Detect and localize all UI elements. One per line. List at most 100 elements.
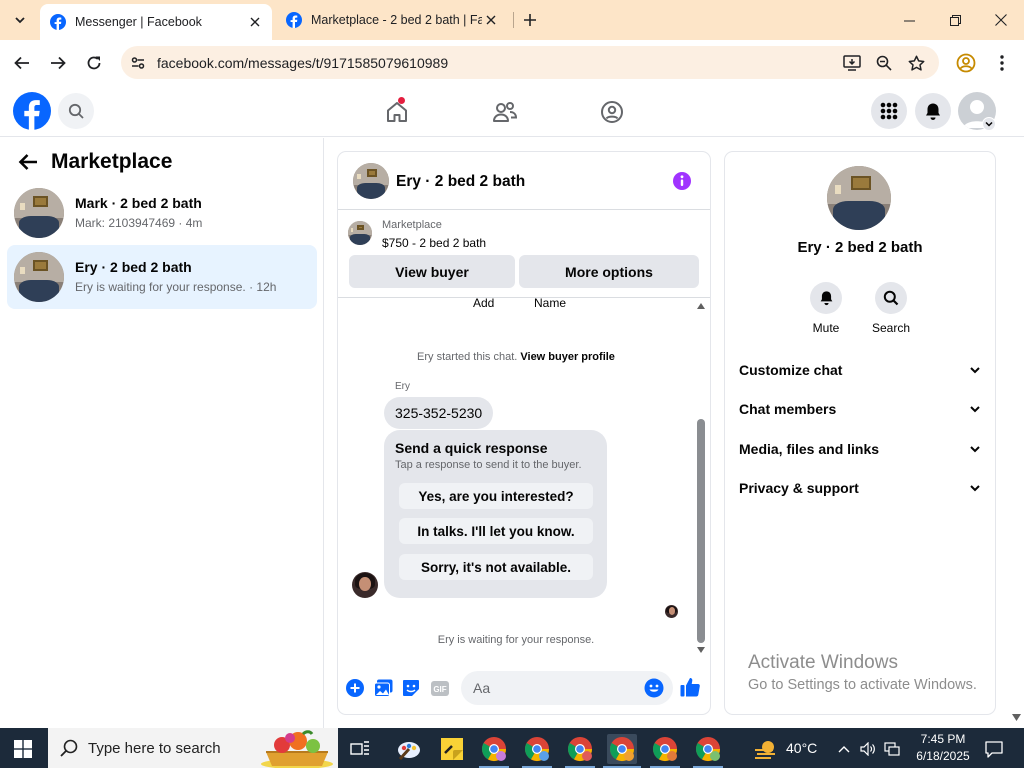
- thumbs-up-icon: [680, 678, 700, 697]
- profile-button[interactable]: [953, 50, 979, 76]
- chevron-down-icon: [970, 367, 980, 374]
- quick-response-option[interactable]: In talks. I'll let you know.: [399, 518, 593, 544]
- gif-button[interactable]: GIF: [430, 678, 450, 698]
- new-tab-button[interactable]: [520, 10, 540, 30]
- network-button[interactable]: [881, 734, 903, 764]
- site-settings-icon[interactable]: [127, 52, 149, 74]
- close-tab-icon[interactable]: [246, 13, 264, 31]
- listing-photo[interactable]: [827, 166, 891, 230]
- view-buyer-button[interactable]: View buyer: [349, 255, 515, 288]
- notifications-button[interactable]: [915, 93, 951, 129]
- quick-response-card: Send a quick response Tap a response to …: [384, 430, 607, 598]
- restore-button[interactable]: [932, 0, 978, 40]
- notification-center-button[interactable]: [979, 734, 1009, 764]
- close-window-button[interactable]: [978, 0, 1024, 40]
- sticker-button[interactable]: [401, 678, 421, 698]
- taskbar-chrome-1[interactable]: [479, 734, 509, 764]
- quick-response-option[interactable]: Yes, are you interested?: [399, 483, 593, 509]
- reload-button[interactable]: [81, 50, 107, 76]
- taskbar-app-sticky-notes[interactable]: [437, 734, 467, 764]
- temperature-text[interactable]: 40°C: [786, 740, 817, 756]
- browser-menu-button[interactable]: [989, 50, 1015, 76]
- zoom-icon[interactable]: [873, 52, 895, 74]
- taskbar-chrome-3[interactable]: [565, 734, 595, 764]
- media-files-links-section[interactable]: Media, files and links: [739, 437, 981, 461]
- chevron-down-icon: [985, 121, 993, 127]
- search-in-chat-button[interactable]: Search: [866, 282, 916, 335]
- close-tab-icon[interactable]: [482, 11, 500, 29]
- restore-icon: [949, 14, 961, 26]
- marketplace-inbox: Marketplace Mark · 2 bed 2 bath Mark: 21…: [0, 138, 324, 728]
- truncated-label: Add: [473, 296, 495, 310]
- nav-friends[interactable]: [487, 95, 523, 129]
- back-button[interactable]: [9, 50, 35, 76]
- attach-photo-button[interactable]: [373, 678, 393, 698]
- taskbar-chrome-4-active[interactable]: [607, 734, 637, 764]
- sticky-notes-icon: [441, 738, 463, 760]
- message-list: Add Name Ery started this chat. View buy…: [338, 296, 710, 659]
- view-buyer-profile-link[interactable]: View buyer profile: [520, 351, 615, 363]
- bookmark-star-icon[interactable]: [905, 52, 927, 74]
- menu-button[interactable]: [871, 93, 907, 129]
- nav-groups[interactable]: [594, 95, 630, 129]
- more-actions-button[interactable]: [345, 678, 365, 698]
- account-caret[interactable]: [982, 117, 996, 131]
- message-input[interactable]: [473, 671, 633, 705]
- chrome-icon: [695, 737, 720, 762]
- message-bubble[interactable]: 325-352-5230: [384, 397, 494, 429]
- conversation-item-selected[interactable]: Ery · 2 bed 2 bath Ery is waiting for yo…: [7, 245, 317, 309]
- scroll-up-arrow-icon[interactable]: [697, 303, 705, 309]
- clock-date: 6/18/2025: [916, 749, 970, 763]
- more-options-button[interactable]: More options: [519, 255, 699, 288]
- taskbar-chrome-2[interactable]: [522, 734, 552, 764]
- show-hidden-icons[interactable]: [833, 734, 855, 764]
- listing-price-title[interactable]: $750 - 2 bed 2 bath: [382, 236, 486, 250]
- nav-home[interactable]: [379, 95, 415, 129]
- privacy-support-section[interactable]: Privacy & support: [739, 476, 981, 500]
- address-bar[interactable]: facebook.com/messages/t/9171585079610989: [121, 46, 939, 79]
- taskbar-chrome-5[interactable]: [650, 734, 680, 764]
- install-app-icon[interactable]: [841, 52, 863, 74]
- chat-members-section[interactable]: Chat members: [739, 397, 981, 421]
- task-view-button[interactable]: [345, 734, 375, 764]
- weather-widget[interactable]: [751, 734, 781, 764]
- listing-thumbnail: [14, 252, 64, 302]
- page-scroll-down-icon[interactable]: [1012, 714, 1021, 721]
- taskbar-app-paint[interactable]: [394, 734, 424, 764]
- listing-banner: Marketplace $750 - 2 bed 2 bath View buy…: [338, 210, 710, 298]
- message-scrollbar[interactable]: [695, 299, 707, 659]
- listing-thumbnail[interactable]: [348, 221, 372, 245]
- taskbar-search-box[interactable]: Type here to search: [48, 728, 338, 768]
- emoji-button[interactable]: [644, 678, 664, 698]
- tab-marketplace[interactable]: Marketplace - 2 bed 2 bath | Fa: [276, 0, 508, 40]
- tab-title: Messenger | Facebook: [75, 15, 202, 29]
- taskbar-chrome-6[interactable]: [693, 734, 723, 764]
- chat-thumbnail[interactable]: [353, 163, 389, 199]
- system-clock[interactable]: 7:45 PM 6/18/2025: [903, 731, 983, 765]
- url-text: facebook.com/messages/t/9171585079610989: [157, 55, 449, 71]
- quick-response-option[interactable]: Sorry, it's not available.: [399, 554, 593, 580]
- conversation-item[interactable]: Mark · 2 bed 2 bath Mark: 2103947469 · 4…: [7, 181, 317, 245]
- section-label: Chat members: [739, 401, 837, 417]
- start-button[interactable]: [14, 740, 32, 758]
- back-button[interactable]: [18, 153, 38, 171]
- reload-icon: [87, 56, 101, 70]
- seen-avatar: [665, 605, 678, 618]
- minimize-button[interactable]: [886, 0, 932, 40]
- tab-search-button[interactable]: [9, 9, 31, 31]
- info-icon[interactable]: [672, 171, 692, 191]
- close-icon: [995, 14, 1007, 26]
- chat-title[interactable]: Ery · 2 bed 2 bath: [396, 173, 525, 191]
- facebook-search-button[interactable]: [58, 93, 94, 129]
- mute-button[interactable]: Mute: [801, 282, 851, 335]
- forward-button[interactable]: [45, 50, 71, 76]
- scrollbar-thumb[interactable]: [697, 419, 705, 643]
- chevron-down-icon: [15, 17, 25, 24]
- tab-messenger[interactable]: Messenger | Facebook: [40, 4, 272, 40]
- customize-chat-section[interactable]: Customize chat: [739, 358, 981, 382]
- like-button[interactable]: [679, 676, 701, 698]
- scroll-down-arrow-icon[interactable]: [697, 647, 705, 653]
- facebook-logo-icon[interactable]: [13, 92, 51, 130]
- windows-taskbar: Type here to search 40°C 7:45 PM 6/18/20…: [0, 728, 1024, 768]
- volume-button[interactable]: [857, 734, 879, 764]
